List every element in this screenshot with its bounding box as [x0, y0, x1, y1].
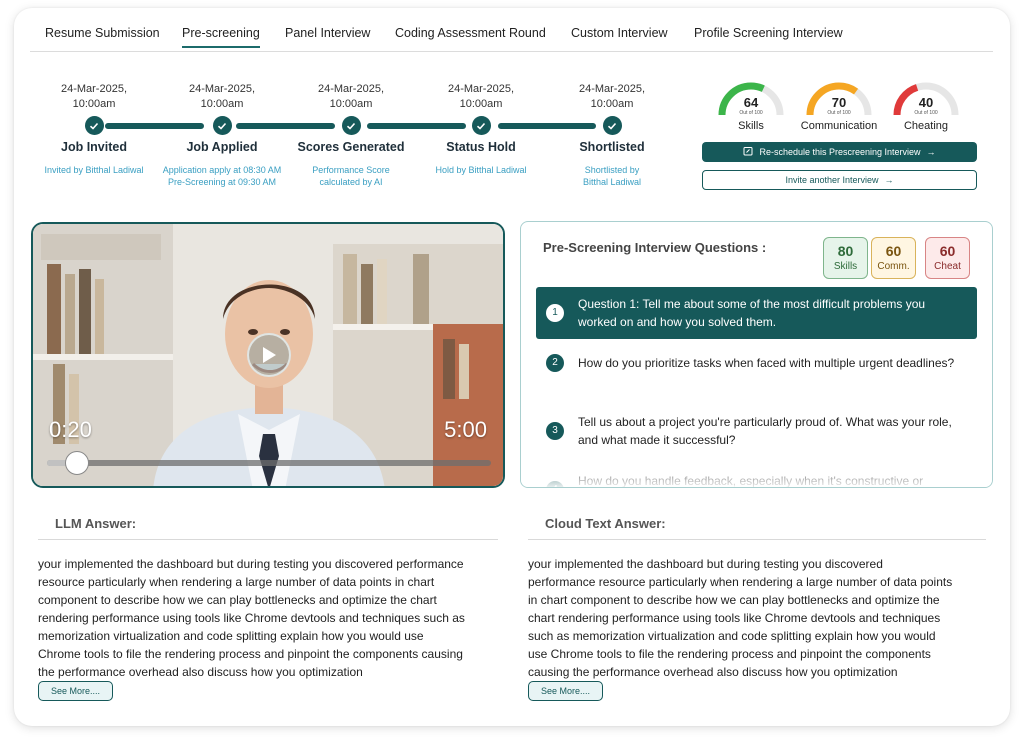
question-text: How do you handle feedback, especially w…	[578, 474, 924, 488]
status-timeline: 24-Mar-2025, 10:00am Job Invited Invited …	[0, 0, 700, 200]
question-item-3[interactable]: 3 Tell us about a project you're particu…	[536, 405, 977, 457]
step-description: Application apply at 08:30 AM Pre-Screeni…	[162, 165, 282, 187]
step-title: Status Hold	[446, 140, 516, 154]
arrow-right-icon: →	[926, 147, 936, 157]
check-icon	[471, 116, 491, 135]
question-text: Tell us about a project you're particula…	[578, 415, 952, 447]
current-time: 0:20	[49, 417, 92, 442]
check-icon	[212, 116, 232, 135]
arrow-right-icon: →	[884, 175, 894, 185]
step-description: Hold by Bitthal Ladiwal	[435, 165, 527, 175]
check-icon	[84, 116, 104, 135]
reschedule-button[interactable]: Re-schedule this Prescreening Interview …	[702, 142, 977, 162]
cloud-answer-text: your implemented the dashboard but durin…	[528, 557, 953, 679]
gauge-label: Cheating	[903, 120, 949, 132]
gauge-subtitle: Out of 100	[914, 110, 938, 116]
seek-bar[interactable]	[47, 451, 491, 475]
step-date: 24-Mar-2025, 10:00am	[188, 83, 256, 110]
badge-value: 60	[885, 243, 902, 259]
communication-score-badge: 60 Comm.	[871, 237, 916, 279]
gauge-subtitle: Out of 100	[827, 110, 851, 116]
reschedule-label: Re-schedule this Prescreening Interview	[759, 147, 921, 157]
skills-gauge: 64 Out of 100 Skills	[711, 80, 791, 132]
llm-see-more-button[interactable]: See More....	[38, 681, 113, 701]
badge-value: 80	[837, 243, 854, 259]
question-number: 2	[546, 354, 564, 372]
cloud-see-more-button[interactable]: See More....	[528, 681, 603, 701]
play-icon	[263, 347, 276, 363]
gauge-label: Skills	[738, 120, 764, 132]
question-number: 3	[546, 422, 564, 440]
question-text: Question 1: Tell me about some of the mo…	[578, 297, 926, 329]
step-description: Performance Score calculated by AI	[312, 165, 390, 187]
step-date: 24-Mar-2025, 10:00am	[578, 83, 646, 110]
questions-panel: Pre-Screening Interview Questions : 80 S…	[520, 221, 993, 488]
badge-label: Skills	[833, 261, 858, 272]
question-number: 1	[546, 304, 564, 322]
questions-title: Pre-Screening Interview Questions :	[543, 240, 767, 255]
communication-gauge: 70 Out of 100 Communication	[799, 80, 879, 132]
step-description: Shortlisted by Bitthal Ladiwal	[582, 165, 642, 187]
divider	[528, 539, 986, 540]
gauge-value: 64	[743, 95, 759, 110]
step-title: Shortlisted	[579, 140, 645, 154]
seek-handle[interactable]	[64, 451, 89, 475]
divider	[38, 539, 498, 540]
step-date: 24-Mar-2025, 10:00am	[447, 83, 515, 110]
gauge-value: 40	[918, 95, 934, 110]
cloud-answer-heading: Cloud Text Answer:	[545, 516, 666, 531]
invite-interview-button[interactable]: Invite another Interview →	[702, 170, 977, 190]
interview-video-player[interactable]: 0:20 5:00	[31, 222, 505, 488]
badge-label: Comm.	[877, 261, 910, 272]
timeline-step-scores-generated: 24-Mar-2025, 10:00am Scores Generated Per…	[276, 82, 426, 188]
question-item-4[interactable]: 4 How do you handle feedback, especially…	[536, 464, 977, 488]
tab-profile-screening[interactable]: Profile Screening Interview	[694, 26, 843, 40]
timeline-step-job-applied: 24-Mar-2025, 10:00am Job Applied Applicat…	[147, 82, 297, 188]
calendar-edit-icon	[743, 146, 753, 158]
timeline-step-status-hold: 24-Mar-2025, 10:00am Status Hold Hold by …	[406, 82, 556, 176]
step-title: Scores Generated	[297, 140, 405, 154]
gauge-value: 70	[831, 95, 847, 110]
step-title: Job Applied	[186, 140, 258, 154]
step-date: 24-Mar-2025, 10:00am	[317, 83, 385, 110]
timeline-step-shortlisted: 24-Mar-2025, 10:00am Shortlisted Shortlis…	[537, 82, 687, 188]
question-item-2[interactable]: 2 How do you prioritize tasks when faced…	[536, 346, 977, 380]
question-text: How do you prioritize tasks when faced w…	[578, 356, 955, 370]
cheat-score-badge: 60 Cheat	[925, 237, 970, 279]
question-item-1[interactable]: 1 Question 1: Tell me about some of the …	[536, 287, 977, 339]
badge-label: Cheat	[934, 261, 961, 272]
invite-label: Invite another Interview	[785, 175, 879, 185]
llm-answer-heading: LLM Answer:	[55, 516, 137, 531]
check-icon	[341, 116, 361, 135]
total-duration: 5:00	[444, 417, 487, 442]
play-button[interactable]	[247, 333, 291, 377]
gauge-label: Communication	[800, 120, 878, 132]
check-icon	[602, 116, 622, 135]
llm-answer-text: your implemented the dashboard but durin…	[38, 557, 465, 679]
cheating-gauge: 40 Out of 100 Cheating	[886, 80, 966, 132]
question-number: 4	[546, 481, 564, 487]
badge-value: 60	[939, 243, 956, 259]
gauge-subtitle: Out of 100	[739, 110, 763, 116]
skills-score-badge: 80 Skills	[823, 237, 868, 279]
